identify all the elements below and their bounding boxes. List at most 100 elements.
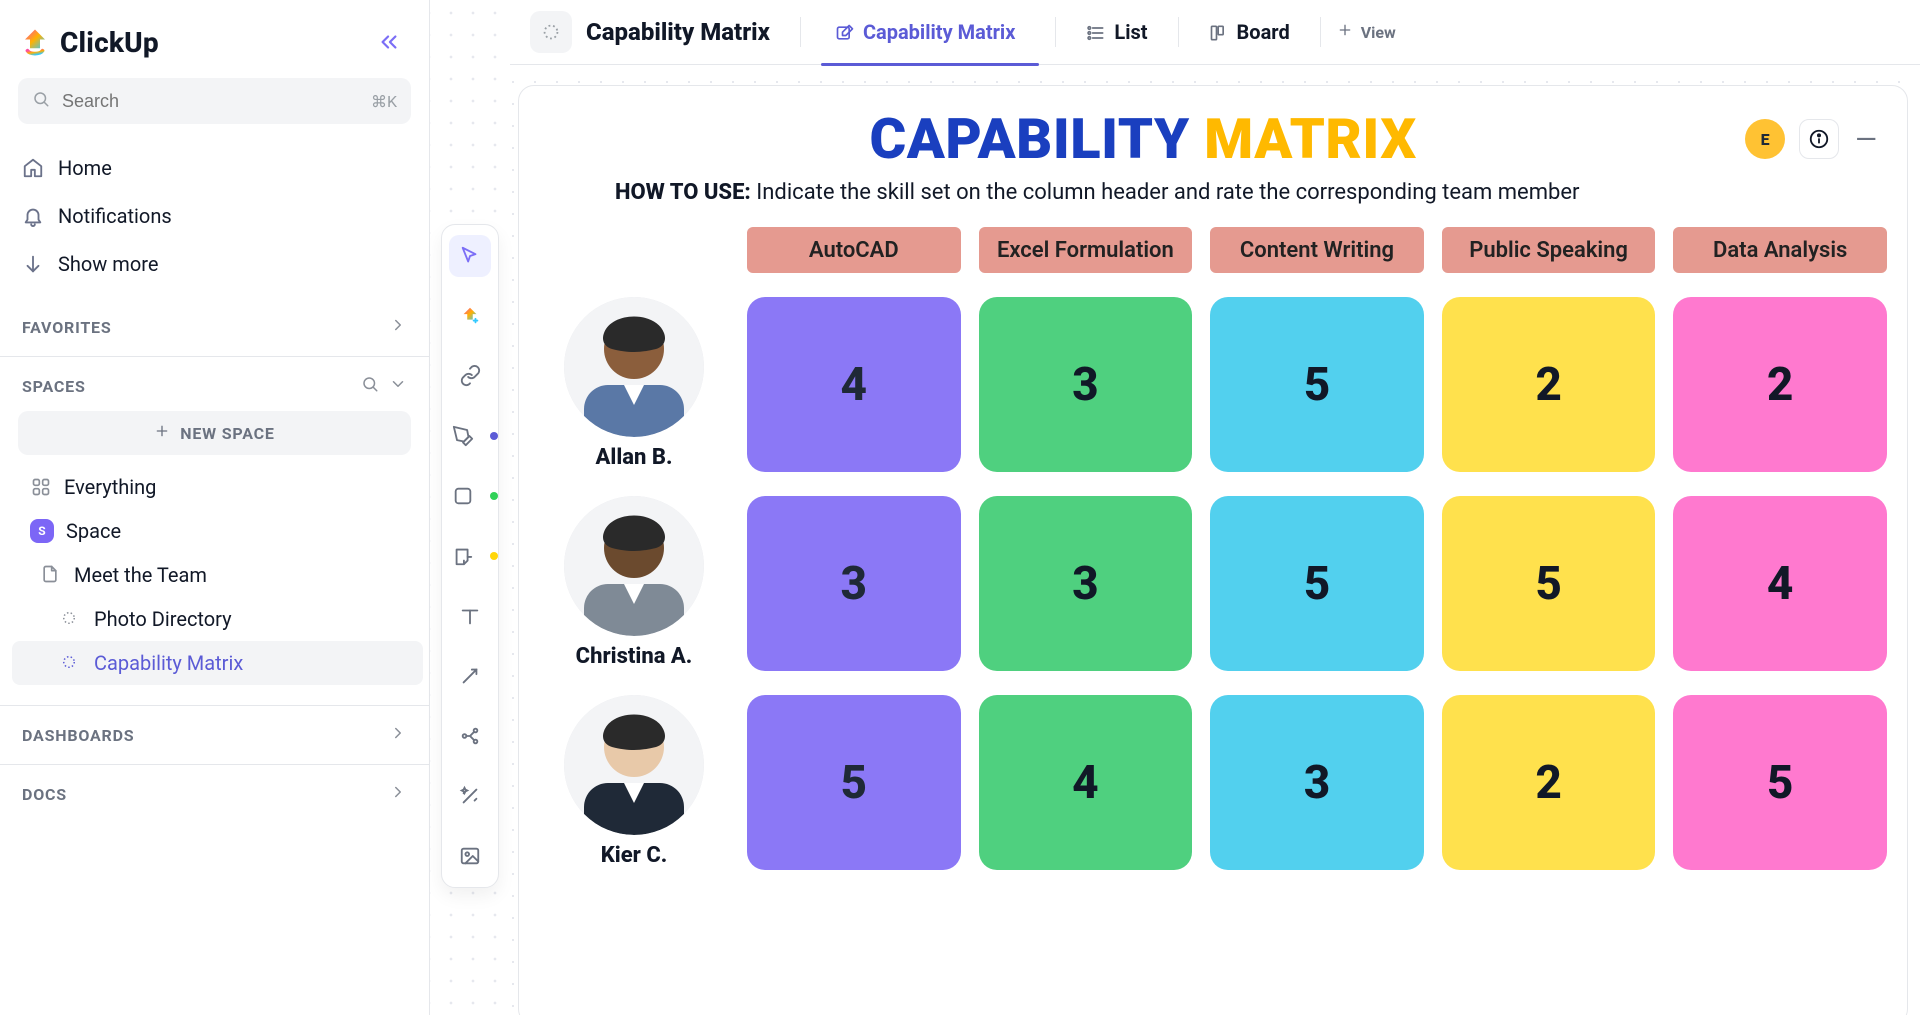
tree-space[interactable]: S Space (12, 509, 423, 553)
search-spaces-icon[interactable] (361, 375, 379, 397)
brand-logo (20, 27, 50, 57)
capability-matrix: AutoCAD Excel Formulation Content Writing P… (519, 217, 1907, 880)
canvas-area[interactable]: CAPABILITY MATRIX E — HOW TO US (510, 65, 1920, 1015)
dashboards-section[interactable]: DASHBOARDS (0, 705, 429, 754)
nav-notifications[interactable]: Notifications (0, 192, 429, 240)
breadcrumb-title: Capability Matrix (586, 18, 780, 46)
rating-tile[interactable]: 3 (1210, 695, 1424, 870)
rating-tile[interactable]: 4 (1673, 496, 1887, 671)
tool-image[interactable] (449, 835, 491, 877)
tree-everything-label: Everything (64, 475, 156, 499)
color-dot-blue (490, 432, 498, 440)
member-name: Kier C. (601, 843, 668, 868)
board-header: CAPABILITY MATRIX E — (519, 86, 1907, 180)
rating-tile[interactable]: 2 (1442, 695, 1656, 870)
member-cell: Allan B. (539, 297, 729, 472)
collapse-sidebar-button[interactable] (369, 22, 409, 62)
tool-shape[interactable] (442, 475, 484, 517)
nav-show-more-label: Show more (58, 252, 158, 276)
chevron-down-icon[interactable] (389, 375, 407, 397)
tool-clickup[interactable] (449, 295, 491, 337)
rating-tile[interactable]: 4 (979, 695, 1193, 870)
member-photo (564, 695, 704, 835)
bell-icon (22, 205, 44, 227)
main: Capability Matrix Capability Matrix (510, 0, 1920, 1015)
rating-tile[interactable]: 2 (1673, 297, 1887, 472)
tool-ai[interactable] (449, 775, 491, 817)
tool-text[interactable] (449, 595, 491, 637)
everything-icon (30, 476, 52, 498)
sidebar: ClickUp ⌘K Home N (0, 0, 430, 1015)
plus-icon (154, 423, 170, 443)
tool-link[interactable] (449, 355, 491, 397)
rating-tile[interactable]: 3 (979, 496, 1193, 671)
docs-section[interactable]: DOCS (0, 764, 429, 813)
title-word-2: MATRIX (1204, 106, 1416, 172)
topbar: Capability Matrix Capability Matrix (510, 0, 1920, 65)
whiteboard-tab-icon (835, 23, 853, 41)
tab-list-label: List (1114, 20, 1147, 44)
color-dot-yellow (490, 552, 498, 560)
skill-header[interactable]: Public Speaking (1442, 227, 1656, 273)
search-shortcut: ⌘K (371, 91, 397, 111)
nav-home[interactable]: Home (0, 144, 429, 192)
member-photo (564, 297, 704, 437)
whiteboard-toolbar-area (430, 0, 510, 1015)
tree-photo-directory[interactable]: Photo Directory (12, 597, 423, 641)
howto-label: HOW TO USE: (615, 180, 751, 205)
tool-connector[interactable] (449, 715, 491, 757)
tool-line[interactable] (449, 655, 491, 697)
tab-list[interactable]: List (1072, 10, 1161, 54)
new-space-button[interactable]: NEW SPACE (18, 411, 411, 455)
matrix-header: AutoCAD Excel Formulation Content Writing P… (539, 227, 1887, 273)
add-view[interactable]: View (1337, 22, 1396, 42)
spaces-section[interactable]: SPACES (0, 356, 429, 405)
member-cell: Christina A. (539, 496, 729, 671)
rating-tile[interactable]: 5 (1210, 496, 1424, 671)
spaces-label: SPACES (22, 377, 86, 396)
rating-tile[interactable]: 3 (747, 496, 961, 671)
rating-tile[interactable]: 3 (979, 297, 1193, 472)
favorites-label: FAVORITES (22, 318, 112, 337)
info-button[interactable] (1799, 119, 1839, 159)
rating-tile[interactable]: 5 (1210, 297, 1424, 472)
search-bar[interactable]: ⌘K (18, 78, 411, 124)
skill-header[interactable]: Excel Formulation (979, 227, 1193, 273)
skill-header[interactable]: Content Writing (1210, 227, 1424, 273)
board-card: CAPABILITY MATRIX E — HOW TO US (518, 85, 1908, 1015)
header-spacer (539, 227, 729, 273)
tree-meet-the-team-label: Meet the Team (74, 563, 207, 587)
tool-sticky[interactable] (442, 535, 484, 577)
rating-tile[interactable]: 5 (747, 695, 961, 870)
rating-tile[interactable]: 2 (1442, 297, 1656, 472)
tool-pen[interactable] (442, 415, 484, 457)
tree-capability-matrix[interactable]: Capability Matrix (12, 641, 423, 685)
matrix-row: Allan B.43522 (539, 297, 1887, 472)
user-avatar[interactable]: E (1745, 119, 1785, 159)
more-indicator: — (1853, 123, 1879, 156)
new-space-label: NEW SPACE (180, 424, 274, 443)
rating-tile[interactable]: 4 (747, 297, 961, 472)
search-input[interactable] (60, 90, 361, 113)
space-badge-icon: S (30, 519, 54, 543)
rating-tile[interactable]: 5 (1442, 496, 1656, 671)
doc-icon (40, 564, 62, 586)
matrix-row: Christina A.33554 (539, 496, 1887, 671)
tab-whiteboard[interactable]: Capability Matrix (821, 10, 1039, 54)
nav-show-more[interactable]: Show more (0, 240, 429, 288)
tool-sticky-row (442, 535, 498, 577)
member-cell: Kier C. (539, 695, 729, 870)
tool-pointer[interactable] (449, 235, 491, 277)
arrow-down-icon (22, 253, 44, 275)
rating-tile[interactable]: 5 (1673, 695, 1887, 870)
board-title: CAPABILITY MATRIX (541, 106, 1745, 172)
skill-header[interactable]: AutoCAD (747, 227, 961, 273)
whiteboard-icon (60, 608, 82, 630)
nav-notifications-label: Notifications (58, 204, 172, 228)
tree-meet-the-team[interactable]: Meet the Team (12, 553, 423, 597)
favorites-section[interactable]: FAVORITES (0, 298, 429, 346)
skill-header[interactable]: Data Analysis (1673, 227, 1887, 273)
tree-everything[interactable]: Everything (12, 465, 423, 509)
tab-board[interactable]: Board (1195, 10, 1304, 54)
chevron-right-icon (389, 783, 407, 805)
